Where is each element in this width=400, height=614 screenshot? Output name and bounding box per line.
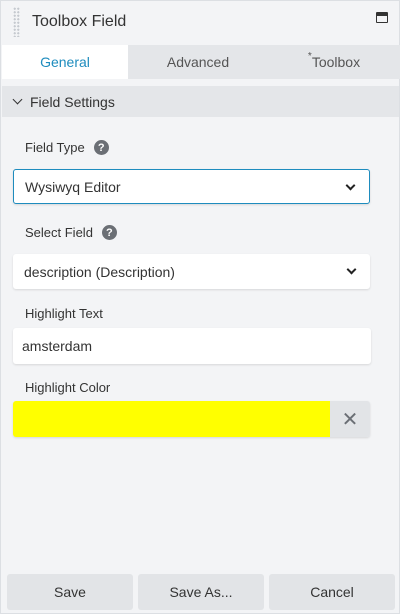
save-as-button[interactable]: Save As... [138,574,264,610]
close-icon: ✕ [341,408,359,431]
chevron-down-icon [12,94,23,105]
chevron-down-icon [345,180,356,191]
select-field-label-text: Select Field [25,225,93,240]
save-button[interactable]: Save [7,574,133,610]
panel-titlebar[interactable]: Toolbox Field [1,1,399,45]
highlight-color-label-text: Highlight Color [25,380,111,395]
color-swatch[interactable] [13,401,330,437]
tab-bar: General Advanced * Toolbox [2,45,400,79]
tab-general-label: General [40,54,90,70]
settings-panel: Toolbox Field General Advanced * Toolbox … [0,0,400,614]
field-type-label: Field Type ? [25,140,109,155]
clear-color-button[interactable]: ✕ [330,401,370,437]
tab-general[interactable]: General [2,45,128,79]
tab-advanced[interactable]: Advanced [128,45,268,79]
section-label: Field Settings [30,93,115,110]
cancel-button[interactable]: Cancel [269,574,395,610]
field-type-select[interactable]: Wysiwyq Editor [13,169,370,204]
field-type-label-text: Field Type [25,140,85,155]
select-field-label: Select Field ? [25,225,117,240]
tab-toolbox[interactable]: * Toolbox [268,45,400,79]
highlight-text-input[interactable] [13,328,371,364]
maximize-icon[interactable] [376,12,388,23]
field-type-value: Wysiwyq Editor [25,178,121,195]
highlight-text-label: Highlight Text [25,306,103,321]
help-icon[interactable]: ? [93,140,109,155]
drag-handle-icon[interactable] [13,7,20,37]
panel-title: Toolbox Field [32,13,127,30]
highlight-text-label-text: Highlight Text [25,306,103,321]
select-field-value: description (Description) [24,263,175,280]
highlight-color-label: Highlight Color [25,380,110,395]
section-field-settings[interactable]: Field Settings [2,86,120,117]
help-icon[interactable]: ? [101,225,117,240]
tab-advanced-label: Advanced [166,54,230,70]
tab-toolbox-label: Toolbox [311,54,361,70]
footer-actions: Save Save As... Cancel [7,574,395,610]
chevron-down-icon [346,264,357,275]
section-bar [120,86,399,117]
select-field-select[interactable]: description (Description) [13,254,370,289]
modified-marker: * [307,50,312,62]
highlight-color-picker: ✕ [13,401,370,437]
